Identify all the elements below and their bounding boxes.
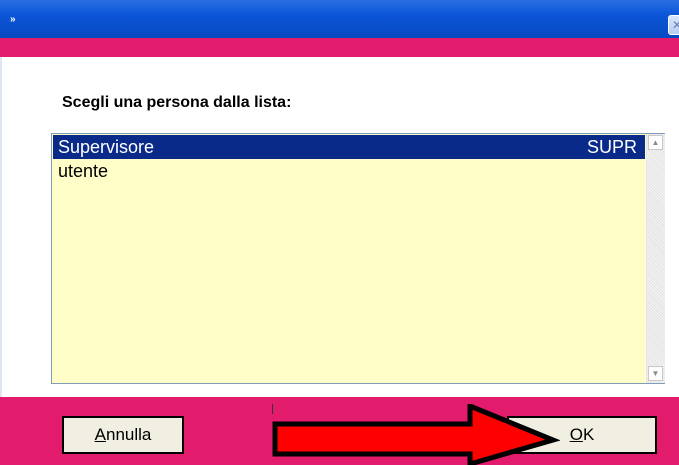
person-listbox[interactable]: Supervisore SUPR utente ▲ ▼ (51, 133, 665, 384)
list-item[interactable]: Supervisore SUPR (53, 135, 645, 159)
window-menu-icon[interactable]: » (10, 15, 15, 25)
header-band (0, 38, 679, 57)
ok-mnemonic: O (569, 425, 583, 444)
ok-label: K (582, 425, 595, 444)
scroll-up-icon[interactable]: ▲ (648, 135, 663, 150)
list-item-name: utente (58, 161, 109, 181)
title-bar[interactable]: » ✕ (0, 0, 679, 38)
cancel-mnemonic: A (94, 425, 106, 444)
close-icon[interactable]: ✕ (668, 15, 679, 35)
cancel-button[interactable]: Annulla (62, 416, 184, 454)
vertical-scrollbar[interactable]: ▲ ▼ (646, 134, 665, 383)
list-item[interactable]: utente (53, 159, 645, 183)
red-arrow-icon (272, 404, 560, 465)
prompt-label: Scegli una persona dalla lista: (62, 94, 292, 111)
list-item-name: Supervisore (58, 137, 155, 157)
list-item-code: SUPR (586, 137, 637, 157)
scroll-down-icon[interactable]: ▼ (648, 366, 663, 381)
cancel-label: nnulla (105, 425, 152, 444)
